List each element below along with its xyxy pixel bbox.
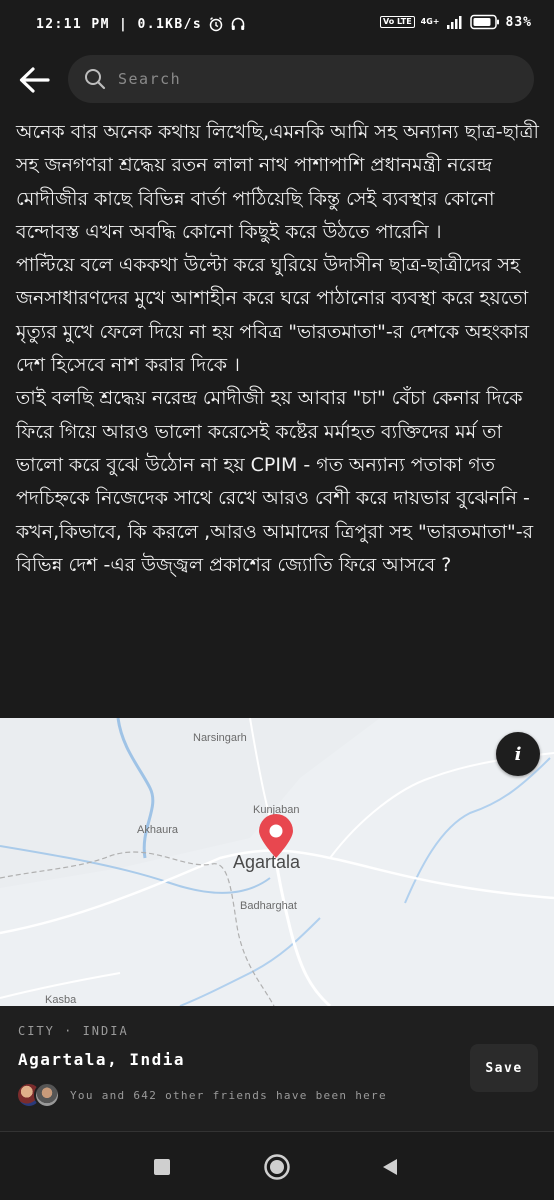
status-time: 12:11 PM | 0.1KB/s	[36, 16, 203, 32]
place-type: CITY · INDIA	[18, 1024, 129, 1038]
post-paragraph-3: তাই বলছি শ্রদ্ধেয় নরেন্দ্র মোদীজী হয় আ…	[16, 387, 534, 576]
volte-badge: Vo LTE	[379, 16, 415, 28]
map-label-narsingarh: Narsingarh	[193, 732, 247, 744]
square-icon	[154, 1159, 170, 1175]
map-label-kasba: Kasba	[45, 994, 77, 1006]
place-card[interactable]: CITY · INDIA Agartala, India Save You an…	[0, 1006, 554, 1132]
search-input[interactable]	[118, 70, 478, 88]
alarm-icon	[209, 17, 223, 32]
post-paragraph-2: পাল্টিয়ে বলে এককথা উল্টো করে ঘুরিয়ে উদ…	[16, 254, 530, 377]
map-label-akhaura: Akhaura	[137, 824, 178, 836]
network-type: 4G+	[420, 17, 440, 26]
friends-visited-text: You and 642 other friends have been here	[70, 1088, 387, 1102]
save-button[interactable]: Save	[470, 1044, 538, 1092]
home-button[interactable]	[262, 1152, 292, 1182]
arrow-left-icon	[19, 67, 50, 93]
place-name[interactable]: Agartala, India	[18, 1050, 185, 1069]
top-bar	[0, 48, 554, 112]
map-info-button[interactable]: i	[496, 732, 540, 776]
battery-percentage: 83%	[505, 14, 532, 30]
signal-icon	[446, 16, 462, 29]
battery-icon	[469, 14, 499, 30]
triangle-back-icon	[383, 1159, 397, 1175]
system-nav-bar	[0, 1132, 554, 1200]
post-paragraph-1: অনেক বার অনেক কথায় লিখেছি,এমনকি আমি সহ …	[16, 121, 539, 243]
friend-avatar	[34, 1082, 60, 1108]
search-bar[interactable]	[68, 55, 534, 103]
map-label-badharghat: Badharghat	[240, 900, 297, 912]
friends-visited[interactable]: You and 642 other friends have been here	[16, 1082, 387, 1108]
nav-back-button[interactable]	[375, 1152, 405, 1182]
circle-icon	[264, 1154, 290, 1180]
post-text: অনেক বার অনেক কথায় লিখেছি,এমনকি আমি সহ …	[16, 116, 542, 582]
status-bar: 12:11 PM | 0.1KB/s Vo LTE 4G+ 83%	[0, 0, 554, 48]
info-icon: i	[514, 743, 522, 765]
map-pin-icon[interactable]	[256, 814, 296, 860]
back-button[interactable]	[14, 62, 54, 98]
headphones-icon	[231, 17, 245, 30]
location-map[interactable]: Narsingarh Akhaura Kunjaban Agartala Bad…	[0, 718, 554, 1006]
search-icon	[85, 69, 106, 90]
recents-button[interactable]	[147, 1152, 177, 1182]
